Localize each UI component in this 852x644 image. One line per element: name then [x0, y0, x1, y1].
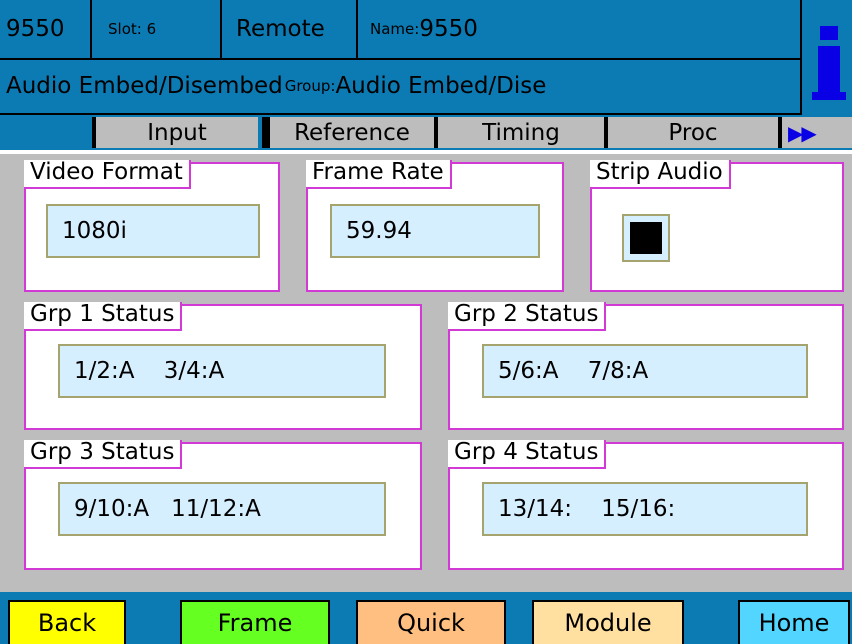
strip-audio-checkbox[interactable] — [622, 214, 670, 262]
tab-proc[interactable]: Proc — [604, 117, 778, 148]
tab-label: Input — [147, 119, 207, 146]
tabs-more-button[interactable]: ▶▶ — [778, 117, 852, 148]
checkbox-mark — [630, 222, 662, 254]
device-text: 9550 — [6, 15, 65, 42]
grp2-status-value: 5/6:A 7/8:A — [482, 344, 808, 398]
slot-label: Slot: 6 — [92, 0, 222, 60]
bottom-bar: Back Frame Quick Module Home — [0, 592, 852, 644]
strip-audio-panel: Strip Audio — [590, 159, 844, 292]
card-type: Audio Embed/Disembed — [6, 73, 283, 99]
grp3-status-panel: Grp 3 Status 9/10:A 11/12:A — [24, 439, 422, 570]
tab-label: Proc — [668, 119, 718, 146]
grp4-status-panel: Grp 4 Status 13/14: 15/16: — [448, 439, 844, 570]
tab-bar: Input Reference Timing Proc ▶▶ — [0, 115, 852, 150]
button-label: Module — [564, 609, 652, 637]
grp2-status-panel: Grp 2 Status 5/6:A 7/8:A — [448, 301, 844, 430]
button-label: Home — [758, 609, 830, 637]
divider — [0, 150, 852, 154]
panel-title: Grp 1 Status — [24, 301, 183, 332]
group-label: Group: — [284, 77, 336, 95]
mode-label: Remote — [222, 0, 358, 60]
tab-timing[interactable]: Timing — [434, 117, 604, 148]
slot-text: Slot: 6 — [108, 19, 157, 38]
tab-input[interactable]: Input — [92, 117, 258, 148]
frame-rate-panel: Frame Rate 59.94 — [306, 159, 564, 292]
tab-label: Reference — [294, 119, 410, 146]
header-bar: 9550 Slot: 6 Remote Name: 9550 Audio Embe… — [0, 0, 852, 115]
video-format-value: 1080i — [46, 204, 260, 258]
frame-button[interactable]: Frame — [180, 600, 330, 644]
grp3-status-value: 9/10:A 11/12:A — [58, 482, 386, 536]
name-label: Name: — [370, 19, 420, 38]
grp1-status-panel: Grp 1 Status 1/2:A 3/4:A — [24, 301, 422, 430]
home-button[interactable]: Home — [738, 600, 850, 644]
back-button[interactable]: Back — [8, 600, 126, 644]
double-right-arrow-icon: ▶▶ — [788, 120, 817, 145]
grp1-status-value: 1/2:A 3/4:A — [58, 344, 386, 398]
panel-title: Grp 2 Status — [448, 301, 607, 332]
panel-title: Grp 3 Status — [24, 439, 183, 470]
quick-button[interactable]: Quick — [356, 600, 506, 644]
info-icon[interactable] — [800, 0, 852, 115]
name-value: 9550 — [419, 15, 478, 42]
device-label: 9550 — [0, 0, 92, 60]
button-label: Quick — [397, 609, 465, 637]
mode-text: Remote — [236, 15, 325, 42]
button-label: Back — [37, 609, 97, 637]
card-type-row: Audio Embed/Disembed Group: Audio Embed/Di… — [0, 60, 800, 115]
module-button[interactable]: Module — [532, 600, 684, 644]
panel-title: Grp 4 Status — [448, 439, 607, 470]
frame-rate-value: 59.94 — [330, 204, 540, 258]
group-value: Audio Embed/Dise — [335, 73, 547, 99]
button-label: Frame — [217, 609, 293, 637]
video-format-panel: Video Format 1080i — [24, 159, 280, 292]
tab-label: Timing — [482, 119, 560, 146]
grp4-status-value: 13/14: 15/16: — [482, 482, 808, 536]
panel-title: Video Format — [24, 159, 191, 190]
tab-reference[interactable]: Reference — [262, 117, 434, 148]
panel-title: Frame Rate — [306, 159, 452, 190]
panel-title: Strip Audio — [590, 159, 731, 190]
name-field: Name: 9550 — [358, 0, 800, 60]
